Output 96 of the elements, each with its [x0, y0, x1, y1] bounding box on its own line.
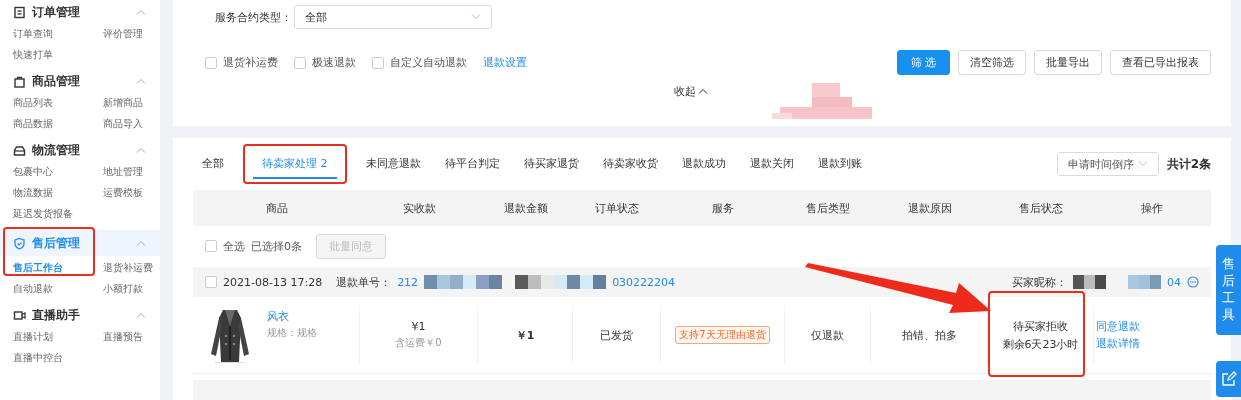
chevron-down-icon: [471, 14, 481, 20]
chevron-down-icon: [1137, 161, 1148, 167]
checkbox[interactable]: [205, 276, 217, 288]
sidebar-item[interactable]: 物流数据: [13, 184, 103, 201]
product-name-link[interactable]: 风衣: [267, 309, 317, 324]
sidebar-item[interactable]: 直播中控台: [13, 349, 103, 366]
checkbox[interactable]: [372, 56, 384, 69]
shield-icon: [13, 236, 26, 250]
column-header: 退款金额: [502, 200, 549, 216]
camera-icon: [13, 308, 26, 322]
action-link[interactable]: 同意退款: [1096, 319, 1140, 334]
service-tag: 支持7天无理由退货: [675, 326, 770, 344]
collapse-link[interactable]: 收起: [674, 83, 708, 99]
status-tab[interactable]: 待平台判定: [435, 149, 509, 179]
sidebar-item[interactable]: 自动退款: [13, 280, 103, 297]
chevron-up-icon: [136, 78, 146, 84]
aftersale-tools-tab[interactable]: 售后工具: [1216, 245, 1241, 335]
sidebar-item[interactable]: 售后工作台: [13, 259, 103, 276]
edit-button[interactable]: [1216, 361, 1241, 397]
refund-amount: ￥1: [515, 327, 535, 343]
status-tab[interactable]: 待卖家收货: [593, 149, 667, 179]
received-amount: ¥1: [411, 320, 426, 333]
column-header: 商品: [264, 200, 289, 216]
sidebar-item[interactable]: 延迟发货报备: [13, 205, 103, 222]
buyer-nickname[interactable]: 04: [1167, 275, 1181, 289]
status-tab[interactable]: 退款关闭: [740, 149, 803, 179]
order-time: 2021-08-13 17:28: [223, 275, 323, 289]
sidebar-group-header[interactable]: 物流管理: [0, 140, 160, 160]
status-tab[interactable]: 退款到账: [808, 149, 871, 179]
action-button[interactable]: 清空筛选: [958, 50, 1026, 75]
checkbox-label[interactable]: 极速退款: [312, 55, 356, 70]
sidebar-group-header[interactable]: 商品管理: [0, 71, 160, 91]
total-count: 共计2条: [1166, 155, 1211, 173]
sidebar-item[interactable]: 订单查询: [13, 25, 103, 42]
sidebar-item[interactable]: 评价管理: [103, 25, 159, 42]
aftersale-type: 仅退款: [811, 327, 844, 343]
column-header: 售后状态: [1018, 200, 1064, 216]
action-button[interactable]: 批量导出: [1034, 50, 1102, 75]
status-tab[interactable]: 待卖家处理 2: [253, 149, 337, 179]
checkbox-label[interactable]: 自定义自动退款: [390, 55, 467, 70]
status-tab[interactable]: 全部: [193, 149, 233, 179]
field-label: 服务合约类型：: [215, 9, 292, 25]
checkbox-label[interactable]: 退货补运费: [223, 55, 278, 70]
status-tab[interactable]: 退款成功: [672, 149, 735, 179]
refund-reason: 拍错、拍多: [901, 327, 957, 343]
sidebar-group-header[interactable]: 直播助手: [0, 305, 160, 325]
column-header: 退款原因: [906, 200, 953, 216]
status-tab[interactable]: 未同意退款: [356, 149, 430, 179]
chat-icon: [1187, 276, 1199, 288]
buyer-nickname-label: 买家昵称：: [1012, 274, 1067, 290]
sidebar-item[interactable]: 商品列表: [13, 94, 103, 111]
selected-count: 已选择0条: [251, 238, 302, 254]
sort-dropdown[interactable]: 申请时间倒序: [1056, 152, 1159, 176]
car-icon: [13, 143, 26, 157]
filter-button[interactable]: 筛 选: [896, 50, 950, 75]
bag-icon: [13, 74, 26, 88]
refund-settings-link[interactable]: 退款设置: [483, 55, 527, 70]
sidebar-item[interactable]: 直播计划: [13, 328, 103, 345]
checkbox[interactable]: [205, 240, 217, 252]
sidebar-item[interactable]: 快速打单: [13, 46, 103, 63]
sidebar-item[interactable]: 退货补运费: [103, 259, 159, 276]
sidebar-item[interactable]: 小额打款: [103, 280, 159, 297]
column-header: 服务: [711, 200, 735, 216]
chevron-up-icon: [136, 240, 146, 246]
sidebar-item[interactable]: 运费模板: [103, 184, 159, 201]
sidebar-group-header[interactable]: 订单管理: [0, 2, 160, 22]
chevron-up-icon: [136, 147, 146, 153]
action-link[interactable]: 退款详情: [1096, 336, 1140, 351]
checkbox-label[interactable]: 全选: [223, 238, 245, 254]
edit-icon: [1220, 371, 1237, 387]
chevron-up-icon: [136, 9, 146, 15]
status-tab[interactable]: 待买家退货: [514, 149, 588, 179]
sidebar-item[interactable]: 直播预告: [103, 328, 159, 345]
sidebar-item[interactable]: 商品数据: [13, 115, 103, 132]
column-header: 实收款: [401, 200, 437, 216]
checkbox[interactable]: [205, 56, 217, 69]
product-spec: 规格：规格: [267, 326, 317, 340]
aftersale-status: 剩余6天23小时: [1002, 336, 1079, 352]
column-header: 操作: [1140, 200, 1164, 216]
refund-number[interactable]: 030222204: [612, 275, 676, 289]
aftersale-status: 待买家拒收: [1013, 318, 1068, 334]
action-button[interactable]: 查看已导出报表: [1110, 50, 1211, 75]
list-icon: [13, 5, 26, 19]
sidebar-item[interactable]: 地址管理: [103, 163, 159, 180]
sidebar-item[interactable]: 商品导入: [103, 115, 159, 132]
chevron-up-icon: [698, 88, 708, 94]
refund-number-label: 退款单号：: [336, 274, 392, 290]
shipping-fee: 含运费￥0: [395, 336, 442, 350]
chevron-up-icon: [136, 312, 146, 318]
sidebar-item[interactable]: 包裹中心: [13, 163, 103, 180]
sidebar-item[interactable]: 新增商品: [103, 94, 159, 111]
order-status: 已发货: [600, 327, 633, 343]
contract-type-dropdown[interactable]: 全部: [294, 5, 492, 29]
column-header: 订单状态: [594, 200, 640, 216]
checkbox[interactable]: [294, 56, 306, 69]
column-header: 售后类型: [805, 200, 851, 216]
